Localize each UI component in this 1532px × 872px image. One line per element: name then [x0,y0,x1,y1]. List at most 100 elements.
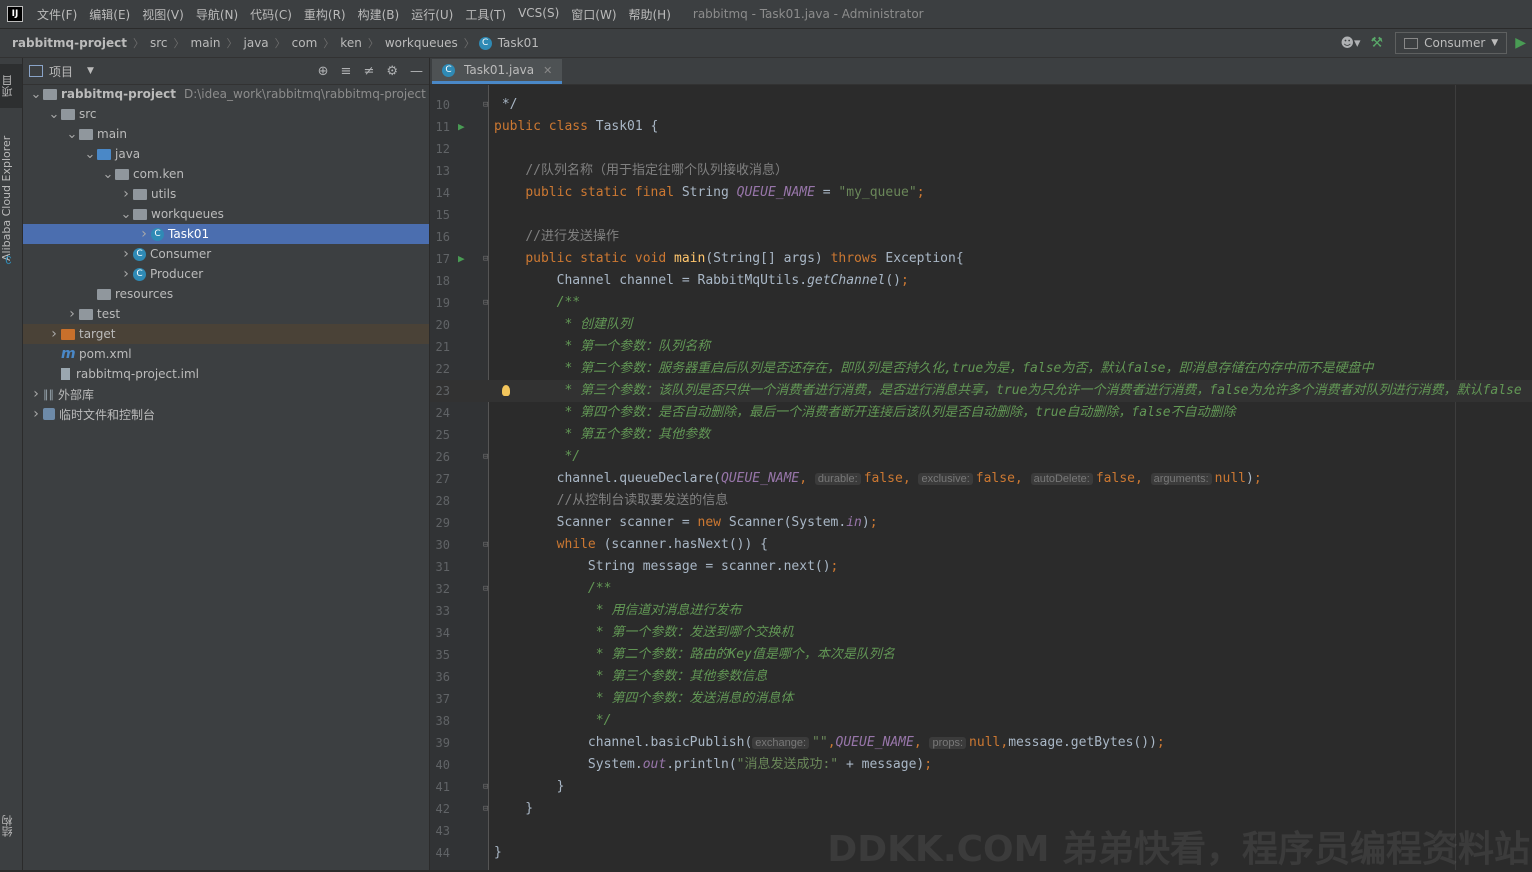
breadcrumb-item[interactable]: src [148,36,170,50]
user-icon[interactable]: ☻▾ [1340,36,1360,51]
tree-item[interactable]: › test [23,304,429,324]
tree-item[interactable]: › ∥∥ 外部库 [23,384,429,404]
breadcrumb-item[interactable]: Task01 [496,36,541,50]
editor-tab-task01[interactable]: C Task01.java ✕ [432,59,563,84]
fold-icon[interactable]: ⊟ [483,578,488,600]
breadcrumb-item[interactable]: workqueues [383,36,460,50]
project-panel-tools: ⊕ ≡ ≠ ⚙ — [318,58,423,84]
locate-icon[interactable]: ⊕ [318,64,329,79]
tree-item[interactable]: › C Producer [23,264,429,284]
module-folder-icon [43,88,57,100]
menu-item[interactable]: 帮助(H) [623,6,677,23]
excluded-folder-icon [61,328,75,340]
package-icon [133,188,147,200]
code-line: 26 ⊟ */ [430,446,1532,468]
breadcrumb-item[interactable]: java [242,36,271,50]
chevron-right-icon[interactable]: › [119,186,133,202]
tree-item[interactable]: ⌄ workqueues [23,204,429,224]
folder-icon [79,128,93,140]
fold-icon[interactable]: ⊟ [483,446,488,468]
code-text: System.out.println("消息发送成功:" + message); [494,757,933,772]
tree-item[interactable]: ⌄ src [23,104,429,124]
tree-item[interactable]: › target [23,324,429,344]
code-view[interactable]: 10 ⊟ */ 11 ▶ public class Task01 {12 13 //队列名… [430,85,1532,870]
tool-window-structure[interactable]: 结构 [0,806,22,846]
fold-icon[interactable]: ⊟ [483,798,488,820]
menu-item[interactable]: 导航(N) [190,6,244,23]
package-icon [115,168,129,180]
menu-item[interactable]: 代码(C) [244,6,298,23]
fold-icon[interactable]: ⊟ [483,534,488,556]
menu-item[interactable]: 构建(B) [352,6,406,23]
menu-item[interactable]: 工具(T) [459,6,512,23]
run-icon[interactable]: ▶ [1515,35,1526,51]
build-hammer-icon[interactable]: ⚒ [1371,35,1384,51]
chevron-right-icon[interactable]: › [65,306,79,322]
collapse-all-icon[interactable]: ≠ [363,64,374,79]
chevron-down-icon[interactable]: ⌄ [65,127,79,142]
tree-item[interactable]: m pom.xml [23,344,429,364]
chevron-right-icon[interactable]: › [47,326,61,342]
close-icon[interactable]: ✕ [543,64,552,77]
chevron-down-icon[interactable]: ⌄ [83,147,97,162]
menu-item[interactable]: 视图(V) [136,6,190,23]
tool-window-project[interactable]: 项目 [0,64,22,108]
chevron-down-icon[interactable]: ⌄ [101,167,115,182]
breadcrumb-item[interactable]: com [290,36,320,50]
tree-item[interactable]: rabbitmq-project.iml [23,364,429,384]
tree-item[interactable]: › C Task01 [23,224,429,244]
chevron-right-icon[interactable]: › [119,266,133,282]
class-icon: C [133,247,146,261]
code-line: 16 //进行发送操作 [430,226,1532,248]
tree-item-label: resources [115,287,174,301]
menu-item[interactable]: 窗口(W) [565,6,622,23]
editor-area: C Task01.java ✕ 10 ⊟ */ 11 ▶ public class Ta… [430,58,1532,870]
project-view-selector[interactable]: 项目 ▼ [29,63,94,80]
tree-item[interactable]: ⌄ rabbitmq-project D:\idea_work\rabbitmq\r… [23,84,429,104]
run-gutter-icon[interactable]: ▶ [458,248,465,270]
code-text: while (scanner.hasNext()) { [556,537,768,552]
fold-icon[interactable]: ⊟ [483,248,488,270]
hide-icon[interactable]: — [410,64,423,79]
menu-item[interactable]: VCS(S) [512,6,565,23]
line-number: 34 [435,626,450,640]
menu-item[interactable]: 运行(U) [405,6,459,23]
chevron-right-icon[interactable]: › [29,406,43,422]
tree-item[interactable]: › C Consumer [23,244,429,264]
tree-item[interactable]: › 临时文件和控制台 [23,404,429,424]
gear-icon[interactable]: ⚙ [386,64,398,79]
chevron-right-icon[interactable]: › [137,226,151,242]
menu-item[interactable]: 文件(F) [31,6,83,23]
fold-icon[interactable]: ⊟ [483,292,488,314]
breadcrumb-item[interactable]: ken [338,36,364,50]
tree-item[interactable]: ⌄ main [23,124,429,144]
run-configuration-select[interactable]: Consumer ▼ [1395,32,1508,54]
line-number: 41 [435,780,450,794]
code-text: * 第一个参数：队列名称 [494,339,711,354]
fold-icon[interactable]: ⊟ [483,94,488,116]
tree-item[interactable]: resources [23,284,429,304]
chevron-right-icon[interactable]: › [29,386,43,402]
line-number: 44 [435,846,450,860]
menu-item[interactable]: 编辑(E) [83,6,136,23]
tree-item[interactable]: ⌄ com.ken [23,164,429,184]
tree-item-label: 临时文件和控制台 [59,407,156,422]
chevron-down-icon[interactable]: ⌄ [119,207,133,222]
code-line: 29 Scanner scanner = new Scanner(System.… [430,512,1532,534]
fold-icon[interactable]: ⊟ [483,776,488,798]
breadcrumb-item[interactable]: main [189,36,223,50]
tool-window-alibaba-cloud[interactable]: Alibaba Cloud Explorer [0,128,22,268]
chevron-down-icon[interactable]: ⌄ [29,87,43,102]
tree-item[interactable]: ⌄ java [23,144,429,164]
line-number: 18 [435,274,450,288]
code-text: channel.queueDeclare(QUEUE_NAME, durable… [494,471,1262,486]
breadcrumb-item[interactable]: rabbitmq-project [10,36,129,50]
chevron-down-icon[interactable]: ⌄ [47,107,61,122]
menu-item[interactable]: 重构(R) [298,6,352,23]
run-gutter-icon[interactable]: ▶ [458,116,465,138]
chevron-right-icon[interactable]: › [119,246,133,262]
tree-item-label: src [79,107,97,121]
project-tree: ⌄ rabbitmq-project D:\idea_work\rabbitmq\r… [23,84,429,424]
expand-all-icon[interactable]: ≡ [341,64,352,79]
tree-item[interactable]: › utils [23,184,429,204]
